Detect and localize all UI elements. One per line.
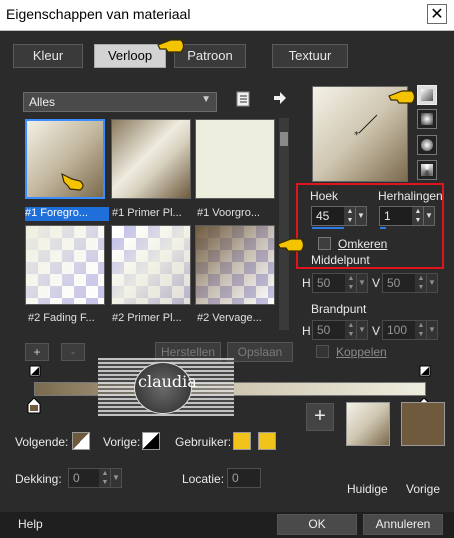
add-stop-button[interactable]: +	[25, 343, 49, 361]
stop-marker-icon[interactable]	[29, 365, 41, 377]
center-v-input: 50 ▲ ▼ ▼	[382, 273, 438, 293]
rectangular-style-button[interactable]	[417, 109, 437, 129]
previous-material-preview[interactable]	[401, 402, 445, 446]
ok-button[interactable]: OK	[277, 514, 357, 535]
edit-gradient-icon[interactable]	[236, 91, 252, 107]
user-color-swatch[interactable]	[233, 432, 251, 450]
gradient-thumb-4[interactable]	[25, 225, 105, 305]
gradient-category-dropdown[interactable]: Alles ▼	[23, 92, 217, 112]
link-label: Koppelen	[336, 345, 387, 359]
watermark-text: claudia	[138, 372, 197, 391]
focal-v-value: 100	[387, 323, 408, 337]
pointing-hand-icon	[61, 172, 84, 191]
watermark-logo: claudia	[98, 358, 234, 416]
pointing-hand-icon	[388, 90, 416, 104]
focal-title: Brandpunt	[311, 302, 367, 316]
location-value: 0	[232, 471, 239, 485]
center-v-label: V	[372, 276, 381, 290]
scroll-thumb[interactable]	[280, 132, 288, 146]
title-bar: Eigenschappen van materiaal ✕	[0, 0, 454, 31]
thumb-label-6: #2 Vervage...	[197, 312, 262, 324]
previous-color-swatch[interactable]	[142, 432, 160, 450]
location-input: 0	[227, 468, 261, 488]
chevron-down-icon: ▼	[201, 94, 211, 105]
center-h-input: 50 ▲ ▼ ▼	[312, 273, 368, 293]
current-material-preview[interactable]	[346, 402, 390, 446]
repeats-value: 1	[384, 209, 391, 223]
repeats-slider[interactable]	[380, 227, 386, 229]
tab-verloop[interactable]: Verloop	[94, 44, 166, 68]
repeats-label: Herhalingen	[378, 189, 443, 203]
sunburst-style-button[interactable]	[417, 135, 437, 155]
thumb-label-2: #1 Primer Pl...	[112, 207, 182, 219]
tab-kleur[interactable]: Kleur	[13, 44, 83, 68]
angle-input[interactable]: 45 ▲ ▼ ▼	[311, 206, 367, 226]
thumb-label-5: #2 Primer Pl...	[112, 312, 182, 324]
thumb-label-4: #2 Fading F...	[28, 312, 95, 324]
pointing-hand-icon	[157, 39, 185, 53]
following-label: Volgende:	[15, 435, 69, 449]
following-color-swatch[interactable]	[72, 432, 90, 450]
chevron-down-icon: ▼	[356, 274, 367, 292]
angle-value: 45	[316, 209, 330, 223]
library-scrollbar[interactable]	[279, 118, 289, 330]
chevron-down-icon[interactable]: ▼	[423, 207, 434, 225]
center-h-label: H	[302, 276, 311, 290]
center-title: Middelpunt	[311, 253, 370, 267]
gradient-thumb-5[interactable]	[111, 225, 191, 305]
linear-style-button[interactable]	[417, 85, 437, 105]
remove-stop-button: -	[61, 343, 85, 361]
add-swatch-button[interactable]: +	[306, 403, 334, 431]
chevron-down-icon: ▼	[110, 469, 121, 487]
arrow-right-icon[interactable]	[273, 91, 287, 105]
focal-h-value: 50	[317, 323, 331, 337]
chevron-down-icon: ▼	[426, 274, 437, 292]
angle-slider[interactable]	[312, 227, 344, 229]
center-v-value: 50	[387, 276, 401, 290]
opacity-value: 0	[73, 471, 80, 485]
cancel-button[interactable]: Annuleren	[363, 514, 443, 535]
dropdown-value: Alles	[29, 95, 56, 109]
previous-preview-label: Vorige	[406, 482, 441, 496]
focal-v-input: 100 ▲ ▼ ▼	[382, 320, 438, 340]
save-button: Opslaan	[227, 342, 293, 362]
focal-h-input: 50 ▲ ▼ ▼	[312, 320, 368, 340]
opacity-label: Dekking:	[15, 472, 62, 486]
gradient-thumb-6[interactable]	[195, 225, 275, 305]
chevron-down-icon: ▼	[426, 321, 437, 339]
radial-style-button[interactable]	[417, 160, 437, 180]
focal-h-label: H	[302, 324, 311, 338]
stop-marker-icon[interactable]	[27, 398, 41, 414]
svg-text:*: *	[354, 130, 359, 141]
stop-marker-icon[interactable]	[419, 365, 431, 377]
user-label: Gebruiker:	[175, 435, 232, 449]
chevron-down-icon: ▼	[356, 321, 367, 339]
center-h-value: 50	[317, 276, 331, 290]
help-button[interactable]: Help	[18, 517, 43, 531]
invert-label[interactable]: Omkeren	[338, 237, 387, 251]
close-icon[interactable]: ✕	[427, 4, 447, 24]
chevron-down-icon[interactable]: ▼	[355, 207, 366, 225]
invert-checkbox[interactable]	[318, 237, 331, 250]
repeats-input[interactable]: 1 ▲ ▼ ▼	[379, 206, 435, 226]
previous-label: Vorige:	[103, 435, 141, 449]
tab-textuur[interactable]: Textuur	[272, 44, 348, 68]
opacity-input: 0 ▲ ▼ ▼	[68, 468, 122, 488]
pointing-hand-icon	[277, 238, 305, 252]
focal-v-label: V	[372, 324, 381, 338]
window-title: Eigenschappen van materiaal	[6, 6, 191, 22]
thumb-label-3: #1 Voorgro...	[197, 207, 260, 219]
gradient-thumb-3[interactable]	[195, 119, 275, 199]
location-label: Locatie:	[182, 472, 225, 486]
user-color-swatch-2[interactable]	[258, 432, 276, 450]
thumb-label-1: #1 Foregro...	[25, 207, 109, 221]
current-label: Huidige	[347, 482, 388, 496]
gradient-thumb-2[interactable]	[111, 119, 191, 199]
angle-label: Hoek	[310, 189, 339, 203]
link-checkbox	[316, 345, 329, 358]
